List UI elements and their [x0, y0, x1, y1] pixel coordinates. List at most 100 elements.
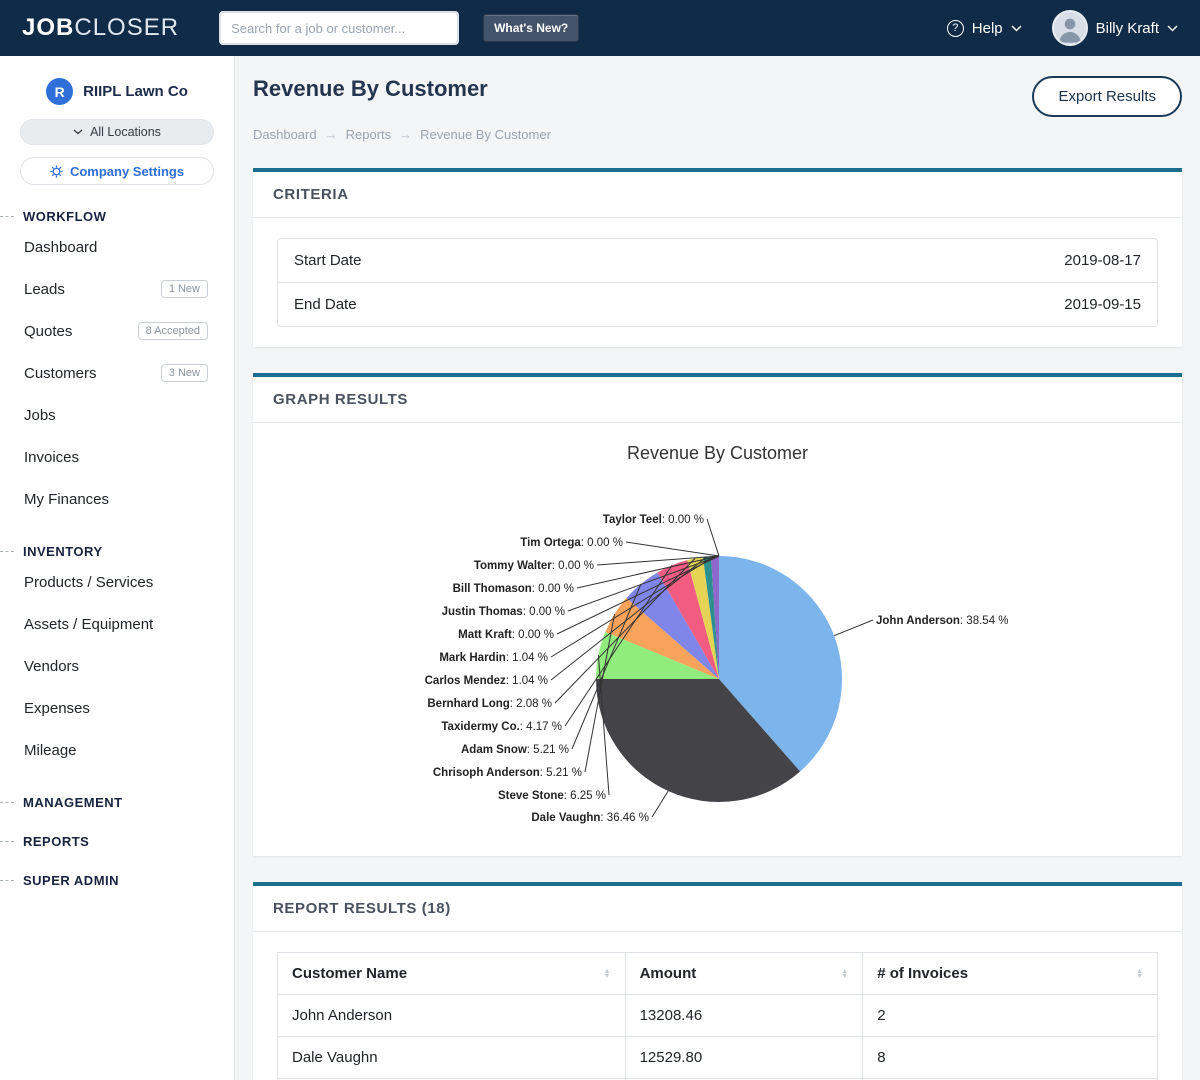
sidebar-item-label: Products / Services [24, 574, 153, 591]
sidebar-item-vendors[interactable]: Vendors [0, 645, 234, 687]
column-header-amount[interactable]: Amount ▲▼ [625, 953, 863, 995]
sort-icon[interactable]: ▲▼ [841, 969, 848, 979]
sidebar-item-label: Quotes [24, 323, 72, 340]
sidebar-item-label: Mileage [24, 742, 77, 759]
sidebar-item-label: Assets / Equipment [24, 616, 153, 633]
nav-section-label: REPORTS [23, 834, 89, 849]
criteria-card: CRITERIA Start Date 2019-08-17 End Date … [253, 168, 1182, 347]
topbar: JOBCLOSER What's New? Help Billy Kraft [0, 0, 1200, 56]
nav-section-super-admin[interactable]: SUPER ADMIN [0, 873, 234, 888]
sidebar-nav: WORKFLOW Dashboard Leads1 New Quotes 8 Ac… [0, 209, 234, 888]
pie-label: Tommy Walter: 0.00 % [473, 560, 593, 572]
nav-section-management[interactable]: MANAGEMENT [0, 795, 234, 810]
company-settings-button[interactable]: Company Settings [20, 157, 214, 185]
criteria-row-start-date: Start Date 2019-08-17 [278, 239, 1157, 282]
nav-section-label: MANAGEMENT [23, 795, 123, 810]
sidebar-item-badge: 1 New [161, 280, 208, 298]
pie-connector [707, 519, 719, 556]
whats-new-button[interactable]: What's New? [483, 14, 579, 42]
sidebar-item-label: Vendors [24, 658, 79, 675]
nav-section-workflow: WORKFLOW [0, 209, 234, 224]
criteria-value: 2019-08-17 [1064, 252, 1141, 269]
cell-customer-name: John Anderson [278, 995, 626, 1037]
company-avatar: R [46, 78, 73, 105]
help-label: Help [972, 20, 1003, 37]
column-label: Amount [640, 965, 697, 982]
gear-icon [50, 165, 63, 178]
cell-customer-name: Dale Vaughn [278, 1037, 626, 1079]
cell-invoices: 8 [863, 1037, 1158, 1079]
sidebar-item-label: Dashboard [24, 239, 97, 256]
company-settings-label: Company Settings [70, 164, 184, 179]
pie-chart: Taylor Teel: 0.00 % Tim Ortega: 0.00 % Tom… [278, 466, 1158, 838]
chart-title: Revenue By Customer [277, 443, 1158, 464]
sidebar-item-leads[interactable]: Leads1 New [0, 268, 234, 310]
chevron-down-icon [73, 129, 83, 135]
sidebar-item-jobs[interactable]: Jobs [0, 394, 234, 436]
sort-icon[interactable]: ▲▼ [604, 969, 611, 979]
sidebar-item-assets-equipment[interactable]: Assets / Equipment [0, 603, 234, 645]
sidebar-item-invoices[interactable]: Invoices [0, 436, 234, 478]
company-row[interactable]: R RIIPL Lawn Co [0, 74, 234, 119]
column-header-invoices[interactable]: # of Invoices ▲▼ [863, 953, 1158, 995]
report-results-card: REPORT RESULTS (18) Customer Name ▲▼ Amou… [253, 882, 1182, 1080]
pie-label: Justin Thomas: 0.00 % [441, 606, 564, 618]
person-icon [1054, 12, 1086, 44]
column-label: Customer Name [292, 965, 407, 982]
sort-icon[interactable]: ▲▼ [1136, 969, 1143, 979]
main-content: Revenue By Customer Export Results Dashb… [235, 56, 1200, 1080]
sidebar-item-customers[interactable]: Customers3 New [0, 352, 234, 394]
user-menu[interactable]: Billy Kraft [1052, 10, 1178, 46]
pie-label: Chrisoph Anderson: 5.21 % [432, 767, 581, 779]
pie-label: Tim Ortega: 0.00 % [520, 537, 623, 549]
pie-label: Bill Thomason: 0.00 % [452, 583, 573, 595]
report-results-title: REPORT RESULTS (18) [253, 886, 1182, 932]
sidebar-item-my-finances[interactable]: My Finances [0, 478, 234, 520]
page-title: Revenue By Customer [253, 76, 488, 102]
help-menu[interactable]: Help [947, 20, 1022, 37]
sidebar-item-label: Customers [24, 365, 97, 382]
sidebar-item-label: Invoices [24, 449, 79, 466]
table-row: John Anderson 13208.46 2 [278, 995, 1158, 1037]
sidebar-item-mileage[interactable]: Mileage [0, 729, 234, 771]
topbar-right: Help Billy Kraft [947, 10, 1178, 46]
chevron-down-icon [1167, 25, 1178, 32]
column-label: # of Invoices [877, 965, 968, 982]
global-search-input[interactable] [219, 11, 459, 45]
breadcrumb-dashboard[interactable]: Dashboard [253, 127, 338, 142]
criteria-card-title: CRITERIA [253, 172, 1182, 218]
pie-label: Mark Hardin: 1.04 % [439, 652, 548, 664]
pie-label: Taylor Teel: 0.00 % [602, 514, 703, 526]
table-row: Dale Vaughn 12529.80 8 [278, 1037, 1158, 1079]
pie-label: Steve Stone: 6.25 % [497, 790, 605, 802]
sidebar-item-label: My Finances [24, 491, 109, 508]
pie-connector [626, 542, 719, 556]
sidebar-item-products-services[interactable]: Products / Services [0, 561, 234, 603]
nav-section-label: SUPER ADMIN [23, 873, 119, 888]
locations-label: All Locations [90, 125, 161, 139]
locations-dropdown[interactable]: All Locations [20, 119, 214, 145]
column-header-customer-name[interactable]: Customer Name ▲▼ [278, 953, 626, 995]
export-results-button[interactable]: Export Results [1032, 76, 1182, 117]
sidebar-item-dashboard[interactable]: Dashboard [0, 226, 234, 268]
pie-connector [652, 791, 668, 817]
pie-label: Adam Snow: 5.21 % [460, 744, 568, 756]
sidebar-item-expenses[interactable]: Expenses [0, 687, 234, 729]
logo-text-bold: JOB [22, 14, 74, 41]
criteria-label: End Date [294, 296, 357, 313]
nav-section-reports[interactable]: REPORTS [0, 834, 234, 849]
criteria-box: Start Date 2019-08-17 End Date 2019-09-1… [277, 238, 1158, 327]
pie-label: John Anderson: 38.54 % [876, 615, 1009, 627]
nav-section-inventory: INVENTORY [0, 544, 234, 559]
sidebar-item-quotes[interactable]: Quotes 8 Accepted [0, 310, 234, 352]
breadcrumb: Dashboard Reports Revenue By Customer [253, 127, 1182, 142]
company-name: RIIPL Lawn Co [83, 83, 188, 100]
sidebar-item-badge: 8 Accepted [138, 322, 208, 340]
pie-label: Carlos Mendez: 1.04 % [424, 675, 547, 687]
graph-results-card: GRAPH RESULTS Revenue By Customer Taylor… [253, 373, 1182, 856]
sidebar-item-label: Expenses [24, 700, 90, 717]
graph-body: Revenue By Customer Taylor Teel: 0.00 %T… [253, 423, 1182, 856]
pie-label: Bernhard Long: 2.08 % [427, 698, 552, 710]
app-logo[interactable]: JOBCLOSER [22, 14, 179, 42]
breadcrumb-reports[interactable]: Reports [346, 127, 413, 142]
